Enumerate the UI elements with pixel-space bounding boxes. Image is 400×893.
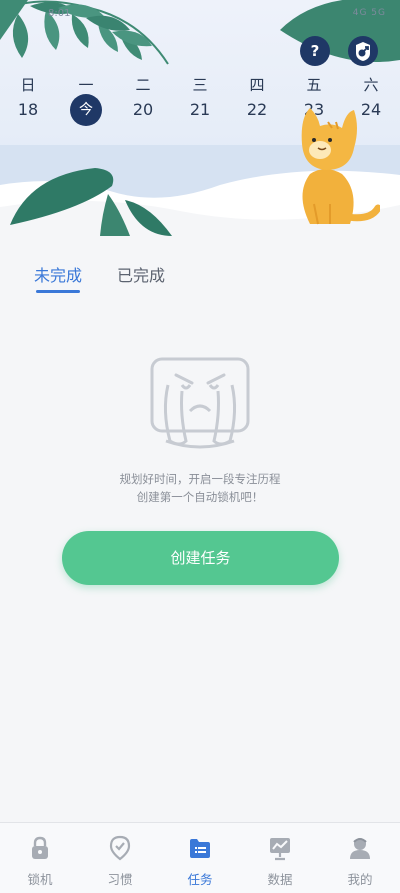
bottom-navigation: 锁机 习惯 任务 数据 我的	[0, 822, 400, 893]
nav-label: 任务	[187, 872, 213, 887]
help-button[interactable]: ?	[300, 36, 330, 66]
nav-label: 习惯	[107, 872, 133, 887]
tab-completed[interactable]: 已完成	[117, 262, 165, 286]
nav-item-task[interactable]: 任务	[160, 823, 240, 893]
nav-label: 数据	[267, 872, 293, 887]
chart-icon	[270, 838, 290, 861]
day-name: 五	[306, 76, 322, 94]
header-banner: 8:01 4G 5G ? 日 18 一 今 二 20 三 21 四 22 五 2…	[0, 0, 400, 238]
nav-item-habit[interactable]: 习惯	[80, 823, 160, 893]
male-symbol-icon	[356, 42, 370, 61]
status-bar: 8:01 4G 5G	[0, 0, 400, 32]
today-indicator: 今	[70, 94, 102, 126]
lock-icon	[32, 836, 48, 859]
help-icon: ?	[310, 42, 320, 60]
tab-incomplete[interactable]: 未完成	[34, 262, 82, 286]
day-date: 21	[189, 100, 211, 119]
nav-label: 我的	[347, 872, 373, 887]
day-name: 二	[135, 76, 151, 94]
empty-message-line2: 创建第一个自动锁机吧！	[136, 490, 264, 504]
day-date: 18	[17, 100, 39, 119]
task-tabs: 未完成 已完成	[0, 238, 400, 298]
nav-item-profile[interactable]: 我的	[320, 823, 400, 893]
day-name: 一	[78, 76, 94, 94]
day-name: 日	[20, 76, 36, 94]
nav-label: 锁机	[27, 872, 53, 887]
nav-item-lock[interactable]: 锁机	[0, 823, 80, 893]
nav-item-data[interactable]: 数据	[240, 823, 320, 893]
cat-mascot	[301, 108, 380, 225]
status-time: 8:01	[48, 8, 71, 19]
empty-box-icon	[150, 357, 250, 449]
location-check-icon	[109, 835, 131, 861]
day-date: 20	[132, 100, 154, 119]
day-name: 三	[192, 76, 208, 94]
active-tab-indicator	[36, 290, 80, 293]
profile-icon	[350, 838, 370, 859]
empty-message-line1: 规划好时间，开启一段专注历程	[119, 472, 281, 486]
day-name: 六	[363, 76, 379, 94]
day-date: 22	[246, 100, 268, 119]
create-task-button[interactable]: 创建任务	[62, 531, 339, 585]
task-folder-icon	[190, 839, 210, 858]
status-network: 4G 5G	[352, 8, 386, 18]
day-name: 四	[249, 76, 265, 94]
gender-button[interactable]	[348, 36, 378, 66]
